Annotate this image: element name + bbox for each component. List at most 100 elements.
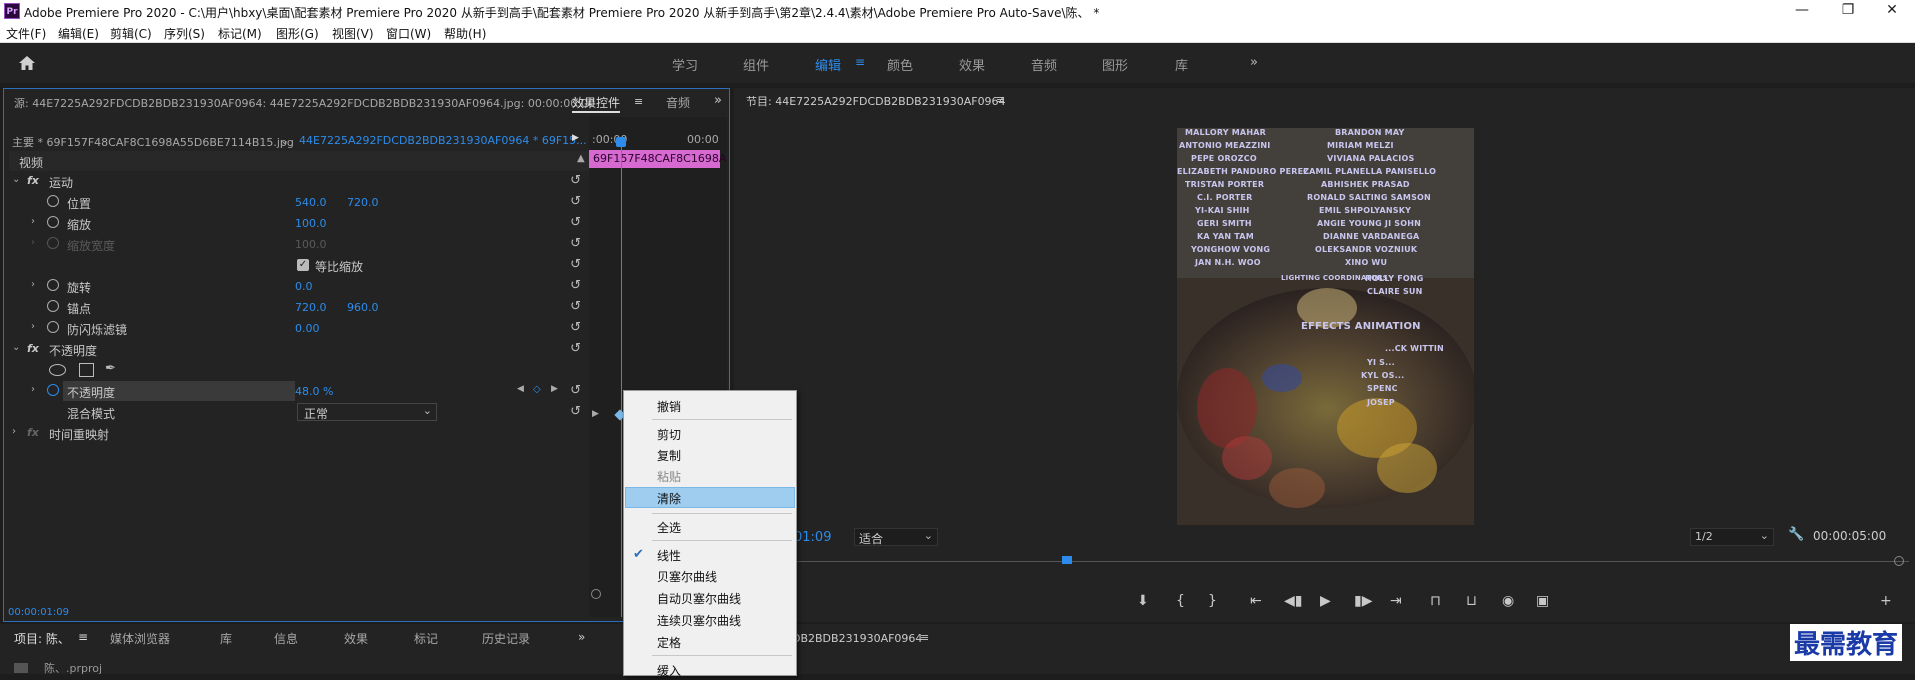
play-icon[interactable]: ▶ [572, 133, 579, 143]
close-button[interactable]: ✕ [1872, 2, 1912, 18]
extract-icon[interactable]: ⊔ [1466, 593, 1477, 609]
chevron-down-icon[interactable]: ⌄ [280, 134, 289, 147]
expand-anti-flicker-icon[interactable]: › [31, 321, 35, 332]
ellipse-mask-icon[interactable] [49, 364, 66, 376]
expand-opacity-value-icon[interactable]: › [31, 384, 35, 395]
menu-item-undo[interactable]: 撤销 [625, 395, 795, 416]
menu-item-select-all[interactable]: 全选 [625, 516, 795, 537]
tab-info[interactable]: 信息 [274, 630, 298, 647]
tab-markers[interactable]: 标记 [414, 630, 438, 647]
anti-flicker-row[interactable]: › 防闪烁滤镜 0.00 ↺ [9, 318, 589, 338]
resolution-select[interactable]: 1/2 ⌄ [1690, 528, 1774, 546]
timeline-play-icon[interactable]: ▶ [592, 409, 599, 419]
tab-effect-controls[interactable]: 效果控件 [572, 94, 621, 113]
add-button-icon[interactable]: + [1880, 593, 1892, 609]
anchor-x[interactable]: 720.0 [295, 301, 327, 314]
tab-project[interactable]: 项目: 陈、 [14, 630, 70, 647]
tab-libraries[interactable]: 库 [220, 630, 232, 647]
menu-sequence[interactable]: 序列(S) [164, 25, 205, 42]
workspace-assembly[interactable]: 组件 [743, 55, 769, 74]
motion-row[interactable]: ⌄ fx 运动 ↺ [9, 171, 589, 191]
workspace-audio[interactable]: 音频 [1031, 55, 1057, 74]
zoom-handle-icon[interactable] [1894, 556, 1904, 566]
program-playhead[interactable] [1062, 556, 1072, 564]
scale-row[interactable]: › 缩放 100.0 ↺ [9, 213, 589, 233]
menu-item-cut[interactable]: 剪切 [625, 423, 795, 444]
current-timecode[interactable]: 00:00:01:09 [8, 607, 69, 618]
reset-position-icon[interactable]: ↺ [570, 194, 581, 209]
rotation-value[interactable]: 0.0 [295, 280, 313, 293]
opacity-value[interactable]: 48.0 % [295, 385, 333, 398]
tab-audio[interactable]: 音频 [666, 94, 690, 111]
menu-item-linear[interactable]: ✔ 线性 [625, 544, 795, 565]
tab-media-browser[interactable]: 媒体浏览器 [110, 630, 170, 647]
go-to-in-icon[interactable]: ⇤ [1250, 593, 1262, 609]
opacity-group-row[interactable]: ⌄ fx 不透明度 ↺ [9, 339, 589, 359]
menu-graphics[interactable]: 图形(G) [276, 25, 319, 42]
reset-scale-width-icon[interactable]: ↺ [570, 236, 581, 251]
opacity-row[interactable]: › 不透明度 48.0 % ◀ ◇ ▶ ↺ [9, 381, 589, 401]
position-y[interactable]: 720.0 [347, 196, 379, 209]
tab-project-menu-icon[interactable]: ≡ [78, 630, 88, 644]
menu-item-ease-in[interactable]: 缓入 [625, 659, 795, 680]
menu-item-continuous-bezier[interactable]: 连续贝塞尔曲线 [625, 609, 795, 630]
stopwatch-icon[interactable] [47, 279, 59, 291]
play-button-icon[interactable]: ▶ [1320, 593, 1331, 609]
menu-edit[interactable]: 编辑(E) [58, 25, 99, 42]
workspace-menu-icon[interactable]: ≡ [855, 55, 865, 69]
position-row[interactable]: 位置 540.0 720.0 ↺ [9, 192, 589, 212]
workspace-libraries[interactable]: 库 [1175, 55, 1188, 74]
fx-icon[interactable]: fx [27, 342, 39, 355]
reset-opacity-icon[interactable]: ↺ [570, 383, 581, 398]
menu-item-copy[interactable]: 复制 [625, 444, 795, 465]
reset-anchor-icon[interactable]: ↺ [570, 299, 581, 314]
fx-icon[interactable]: fx [27, 174, 39, 187]
menu-marker[interactable]: 标记(M) [218, 25, 262, 42]
mark-in-icon[interactable]: { [1176, 593, 1185, 609]
reset-uniform-icon[interactable]: ↺ [570, 257, 581, 272]
program-menu-icon[interactable]: ≡ [996, 93, 1005, 106]
scale-value[interactable]: 100.0 [295, 217, 327, 230]
lift-icon[interactable]: ⊓ [1430, 593, 1441, 609]
menu-clip[interactable]: 剪辑(C) [110, 25, 152, 42]
step-back-icon[interactable]: ◀▮ [1284, 593, 1302, 609]
home-icon[interactable] [18, 55, 36, 71]
minimize-button[interactable]: — [1782, 2, 1822, 18]
maximize-button[interactable]: ❐ [1828, 2, 1868, 18]
anchor-row[interactable]: 锚点 720.0 960.0 ↺ [9, 297, 589, 317]
workspace-learn[interactable]: 学习 [672, 55, 698, 74]
export-frame-icon[interactable]: ◉ [1502, 593, 1514, 609]
wrench-icon[interactable]: 🔧 [1788, 527, 1804, 542]
expand-scale-icon[interactable]: › [31, 216, 35, 227]
stopwatch-active-icon[interactable] [47, 384, 59, 396]
panel-more-icon[interactable]: » [714, 93, 722, 108]
playhead-handle[interactable] [616, 137, 626, 147]
uniform-scale-row[interactable]: ✓ 等比缩放 ↺ [9, 255, 589, 275]
step-forward-icon[interactable]: ▮▶ [1354, 593, 1372, 609]
scrub-bar[interactable] [744, 561, 1909, 562]
workspace-editing[interactable]: 编辑 [815, 55, 841, 74]
menu-view[interactable]: 视图(V) [332, 25, 374, 42]
tab-effect-controls-menu-icon[interactable]: ≡ [634, 95, 643, 108]
tab-history[interactable]: 历史记录 [482, 630, 530, 647]
reset-blend-icon[interactable]: ↺ [570, 404, 581, 419]
workspace-more-icon[interactable]: » [1250, 55, 1258, 70]
reset-anti-flicker-icon[interactable]: ↺ [570, 320, 581, 335]
program-timecode[interactable]: 01:09 [794, 530, 831, 545]
stopwatch-icon[interactable] [47, 195, 59, 207]
reset-rotation-icon[interactable]: ↺ [570, 278, 581, 293]
collapse-icon[interactable]: ▲ [577, 153, 585, 164]
menu-help[interactable]: 帮助(H) [444, 25, 486, 42]
pen-mask-icon[interactable]: ✒ [105, 361, 116, 376]
prev-keyframe-icon[interactable]: ◀ [517, 384, 524, 394]
menu-item-auto-bezier[interactable]: 自动贝塞尔曲线 [625, 587, 795, 608]
stopwatch-icon[interactable] [47, 216, 59, 228]
reset-opacity-group-icon[interactable]: ↺ [570, 341, 581, 356]
anchor-y[interactable]: 960.0 [347, 301, 379, 314]
uniform-scale-checkbox[interactable]: ✓ [297, 259, 309, 271]
menu-item-bezier[interactable]: 贝塞尔曲线 [625, 565, 795, 586]
stopwatch-icon[interactable] [47, 300, 59, 312]
position-x[interactable]: 540.0 [295, 196, 327, 209]
rotation-row[interactable]: › 旋转 0.0 ↺ [9, 276, 589, 296]
expand-motion-icon[interactable]: ⌄ [12, 174, 20, 185]
